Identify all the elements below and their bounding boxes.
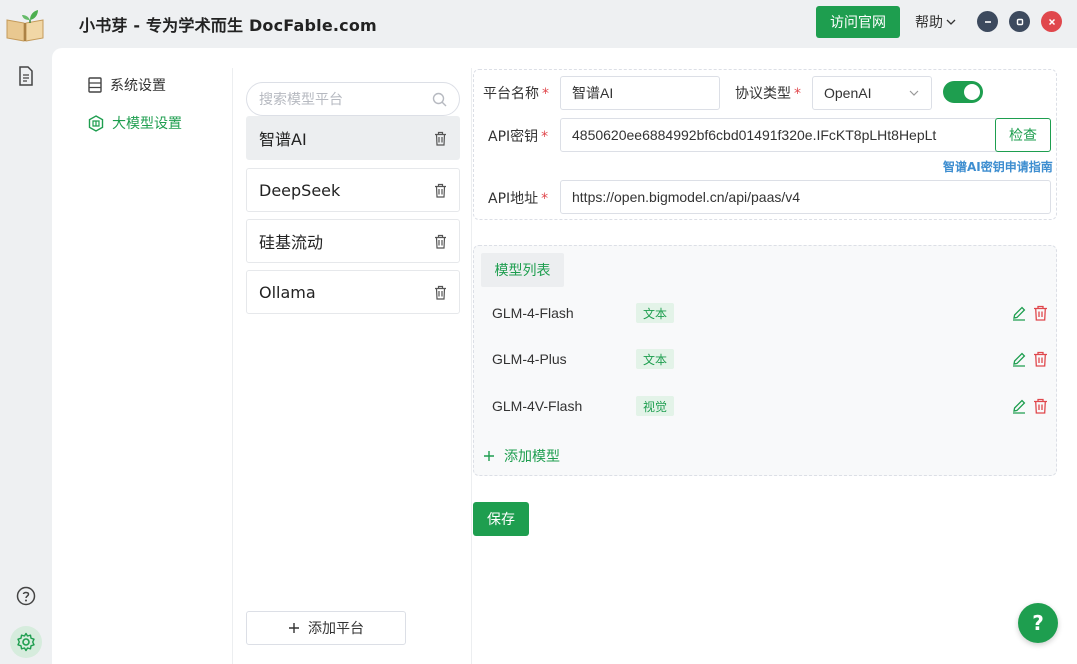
platform-item-zhipu[interactable]: 智谱AI	[246, 116, 460, 160]
save-button[interactable]: 保存	[473, 502, 529, 536]
book-sprout-logo	[6, 10, 44, 42]
model-icon	[88, 114, 104, 132]
protocol-value: OpenAI	[824, 85, 872, 101]
platform-label: 智谱AI	[259, 130, 307, 149]
platform-item-deepseek[interactable]: DeepSeek	[246, 168, 460, 212]
question-circle-icon	[16, 586, 36, 606]
list-divider	[471, 68, 472, 664]
nav-label: 系统设置	[110, 78, 166, 94]
nav-model-settings[interactable]: 大模型设置	[88, 113, 182, 133]
tab-model-list[interactable]: 模型列表	[481, 253, 564, 287]
model-row: GLM-4-Plus 文本	[492, 347, 1052, 371]
nav-divider	[232, 68, 233, 664]
trash-icon[interactable]	[1033, 398, 1048, 414]
trash-icon[interactable]	[434, 285, 447, 300]
check-key-button[interactable]: 检查	[995, 118, 1051, 152]
left-strip	[0, 48, 52, 664]
api-url-input[interactable]: https://open.bigmodel.cn/api/paas/v4	[560, 180, 1051, 214]
list-icon	[88, 77, 102, 93]
model-name: GLM-4-Plus	[492, 351, 567, 367]
maximize-button[interactable]	[1009, 11, 1030, 32]
trash-icon[interactable]	[434, 183, 447, 198]
model-row: GLM-4V-Flash 视觉	[492, 394, 1052, 418]
help-label: 帮助	[915, 15, 943, 31]
nav-label: 大模型设置	[112, 116, 182, 132]
platform-label: Ollama	[259, 282, 316, 302]
key-guide-link[interactable]: 智谱AI密钥申请指南	[943, 158, 1053, 175]
visit-website-button[interactable]: 访问官网	[816, 6, 900, 38]
add-platform-button[interactable]: 添加平台	[246, 611, 406, 645]
title-bar: 小书芽 - 专为学术而生 DocFable.com 访问官网 帮助	[0, 0, 1077, 48]
nav-system-settings[interactable]: 系统设置	[88, 75, 166, 95]
help-menu[interactable]: 帮助	[915, 12, 957, 32]
platform-label: 硅基流动	[259, 233, 324, 252]
platform-name-input[interactable]: 智谱AI	[560, 76, 720, 110]
api-key-label: API密钥 *	[488, 129, 549, 145]
search-icon	[432, 92, 447, 106]
maximize-icon	[1016, 18, 1023, 25]
close-button[interactable]	[1041, 11, 1062, 32]
minimize-button[interactable]	[977, 11, 998, 32]
help-circle-button[interactable]	[10, 580, 42, 612]
protocol-type-select[interactable]: OpenAI	[812, 76, 932, 110]
close-icon	[1048, 18, 1055, 25]
platform-search-input[interactable]: 搜索模型平台	[246, 82, 460, 116]
trash-icon[interactable]	[434, 131, 447, 146]
add-model-label: 添加模型	[504, 449, 560, 465]
add-model-button[interactable]: 添加模型	[483, 446, 560, 466]
settings-button[interactable]	[10, 626, 42, 658]
platform-item-ollama[interactable]: Ollama	[246, 270, 460, 314]
model-type-tag: 文本	[636, 349, 675, 369]
plus-icon	[289, 623, 299, 633]
chevron-down-icon	[909, 90, 919, 96]
add-platform-label: 添加平台	[308, 621, 364, 637]
trash-icon[interactable]	[434, 234, 447, 249]
document-button[interactable]	[10, 60, 42, 92]
main-panel: 系统设置 大模型设置 搜索模型平台 智谱AI DeepSeek 硅基流动 Oll…	[52, 48, 1077, 664]
platform-enabled-toggle[interactable]	[943, 81, 983, 103]
plus-icon	[484, 451, 494, 461]
edit-icon[interactable]	[1011, 398, 1027, 414]
trash-icon[interactable]	[1033, 351, 1048, 367]
platform-item-siliconflow[interactable]: 硅基流动	[246, 219, 460, 263]
model-type-tag: 文本	[636, 303, 675, 323]
document-icon	[19, 66, 33, 86]
search-placeholder: 搜索模型平台	[259, 92, 343, 108]
settings-nav: 系统设置 大模型设置	[52, 48, 232, 664]
gear-icon	[17, 632, 35, 652]
model-row: GLM-4-Flash 文本	[492, 301, 1052, 325]
minimize-icon	[984, 20, 991, 23]
model-type-tag: 视觉	[636, 396, 675, 416]
platform-label: DeepSeek	[259, 180, 341, 200]
api-url-label: API地址 *	[488, 191, 549, 207]
app-title: 小书芽 - 专为学术而生 DocFable.com	[79, 16, 377, 35]
chevron-down-icon	[946, 19, 956, 25]
platform-name-label: 平台名称 *	[483, 86, 549, 102]
model-name: GLM-4-Flash	[492, 305, 574, 321]
model-name: GLM-4V-Flash	[492, 398, 583, 414]
protocol-type-label: 协议类型 *	[735, 86, 801, 102]
api-key-input[interactable]: 4850620ee6884992bf6cbd01491f320e.IFcKT8p…	[560, 118, 998, 152]
edit-icon[interactable]	[1011, 351, 1027, 367]
help-fab-button[interactable]: ?	[1018, 603, 1058, 643]
edit-icon[interactable]	[1011, 305, 1027, 321]
trash-icon[interactable]	[1033, 305, 1048, 321]
